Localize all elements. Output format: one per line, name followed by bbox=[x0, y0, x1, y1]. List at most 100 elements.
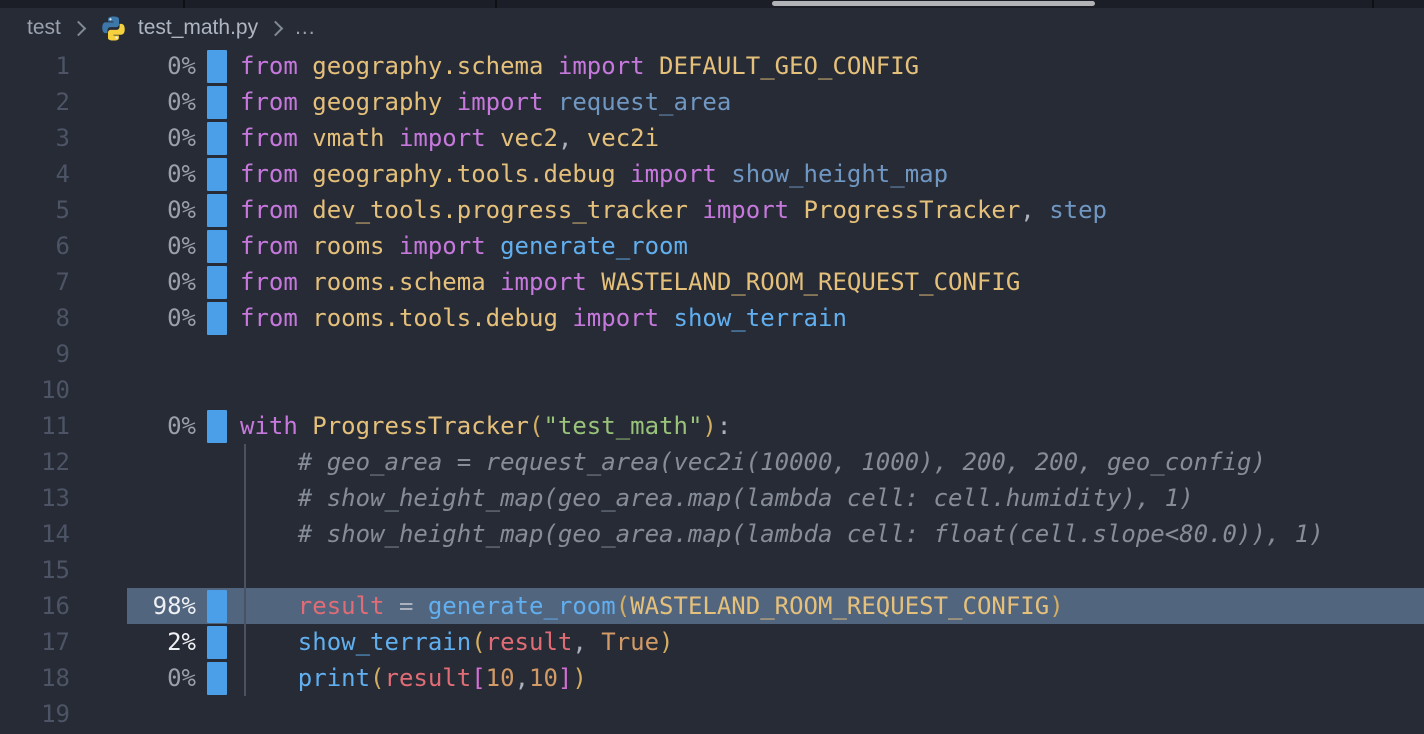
gutter-change-marker[interactable] bbox=[207, 50, 227, 83]
code-text[interactable]: # geo_area = request_area(vec2i(10000, 1… bbox=[240, 448, 1266, 476]
line-number[interactable]: 18 bbox=[0, 664, 70, 692]
token-ws bbox=[240, 520, 298, 548]
gutter-change-marker[interactable] bbox=[207, 410, 227, 443]
line-number[interactable]: 4 bbox=[0, 160, 70, 188]
token-mod: vec2 bbox=[500, 124, 558, 152]
line-number[interactable]: 8 bbox=[0, 304, 70, 332]
gutter-change-marker[interactable] bbox=[207, 194, 227, 227]
line-number[interactable]: 15 bbox=[0, 556, 70, 584]
line-number[interactable]: 16 bbox=[0, 592, 70, 620]
code-text[interactable]: show_terrain(result, True) bbox=[240, 628, 674, 656]
token-mod: WASTELAND_ROOM_REQUEST_CONFIG bbox=[601, 268, 1020, 296]
gutter-change-marker[interactable] bbox=[207, 662, 227, 695]
line-number[interactable]: 13 bbox=[0, 484, 70, 512]
token-mod: rooms bbox=[312, 232, 399, 260]
token-op: = bbox=[385, 592, 428, 620]
code-text[interactable]: result = generate_room(WASTELAND_ROOM_RE… bbox=[240, 592, 1064, 620]
token-fn: show_terrain bbox=[298, 628, 471, 656]
line-number[interactable]: 12 bbox=[0, 448, 70, 476]
code-line[interactable]: 13 # show_height_map(geo_area.map(lambda… bbox=[0, 480, 1424, 516]
line-number[interactable]: 7 bbox=[0, 268, 70, 296]
code-text[interactable]: from rooms.tools.debug import show_terra… bbox=[240, 304, 847, 332]
line-number[interactable]: 2 bbox=[0, 88, 70, 116]
gutter-change-marker[interactable] bbox=[207, 590, 227, 623]
token-mod: ProgressTracker bbox=[312, 412, 529, 440]
code-line[interactable]: 20%from geography import request_area bbox=[0, 84, 1424, 120]
code-text[interactable]: from geography import request_area bbox=[240, 88, 731, 116]
horizontal-scrollbar-thumb[interactable] bbox=[772, 1, 1095, 6]
code-line[interactable]: 70% from rooms.schema import WASTELAND_RO… bbox=[0, 264, 1424, 300]
gutter-change-marker[interactable] bbox=[207, 158, 227, 191]
gutter-change-marker[interactable] bbox=[207, 122, 227, 155]
line-number[interactable]: 1 bbox=[0, 52, 70, 80]
token-fnm: step bbox=[1049, 196, 1107, 224]
code-line[interactable]: 180% print(result[10,10]) bbox=[0, 660, 1424, 696]
code-text[interactable]: from geography.tools.debug import show_h… bbox=[240, 160, 948, 188]
code-line[interactable]: 10%from geography.schema import DEFAULT_… bbox=[0, 48, 1424, 84]
token-mod: vmath bbox=[312, 124, 399, 152]
token-fnm: show_height_map bbox=[731, 160, 948, 188]
line-number[interactable]: 6 bbox=[0, 232, 70, 260]
gutter-change-marker[interactable] bbox=[207, 86, 227, 119]
gutter-marker-slot bbox=[207, 338, 227, 371]
code-line[interactable]: 80%from rooms.tools.debug import show_te… bbox=[0, 300, 1424, 336]
code-text[interactable]: print(result[10,10]) bbox=[240, 664, 587, 692]
code-text[interactable]: # show_height_map(geo_area.map(lambda ce… bbox=[240, 520, 1324, 548]
token-fn: show_terrain bbox=[674, 304, 847, 332]
tab-bar-strip bbox=[0, 0, 1424, 8]
token-mod: geography.schema bbox=[312, 52, 558, 80]
token-br1: ) bbox=[702, 412, 716, 440]
line-number[interactable]: 11 bbox=[0, 412, 70, 440]
profile-percentage: 0% bbox=[70, 124, 196, 152]
code-line[interactable]: 172% show_terrain(result, True) bbox=[0, 624, 1424, 660]
code-line[interactable]: 10 bbox=[0, 372, 1424, 408]
gutter-change-marker[interactable] bbox=[207, 626, 227, 659]
line-number[interactable]: 5 bbox=[0, 196, 70, 224]
code-text[interactable]: from dev_tools.progress_tracker import P… bbox=[240, 196, 1107, 224]
token-kw: from bbox=[240, 268, 312, 296]
code-line[interactable]: 1698% result = generate_room(WASTELAND_R… bbox=[0, 588, 1424, 624]
token-kw: import bbox=[572, 304, 673, 332]
token-fn: generate_room bbox=[428, 592, 616, 620]
profile-percentage: 0% bbox=[70, 268, 196, 296]
code-text[interactable]: from vmath import vec2, vec2i bbox=[240, 124, 659, 152]
line-number[interactable]: 3 bbox=[0, 124, 70, 152]
breadcrumb-file[interactable]: test_math.py bbox=[138, 16, 258, 40]
token-br2: ] bbox=[558, 664, 572, 692]
code-line[interactable]: 9 bbox=[0, 336, 1424, 372]
gutter-change-marker[interactable] bbox=[207, 302, 227, 335]
line-number[interactable]: 14 bbox=[0, 520, 70, 548]
line-number[interactable]: 9 bbox=[0, 340, 70, 368]
code-line[interactable]: 40%from geography.tools.debug import sho… bbox=[0, 156, 1424, 192]
code-line[interactable]: 110%with ProgressTracker("test_math"): bbox=[0, 408, 1424, 444]
code-line[interactable]: 19 bbox=[0, 696, 1424, 732]
code-line[interactable]: 50% from dev_tools.progress_tracker impor… bbox=[0, 192, 1424, 228]
code-line[interactable]: 15 bbox=[0, 552, 1424, 588]
line-number[interactable]: 19 bbox=[0, 700, 70, 728]
code-line[interactable]: 14 # show_height_map(geo_area.map(lambda… bbox=[0, 516, 1424, 552]
breadcrumb-symbol-ellipsis[interactable]: ... bbox=[295, 16, 316, 40]
token-br1: ( bbox=[471, 628, 485, 656]
gutter-marker-slot bbox=[207, 482, 227, 515]
code-text[interactable]: from geography.schema import DEFAULT_GEO… bbox=[240, 52, 919, 80]
code-line[interactable]: 12 # geo_area = request_area(vec2i(10000… bbox=[0, 444, 1424, 480]
code-line[interactable]: 30% from vmath import vec2, vec2i bbox=[0, 120, 1424, 156]
gutter-marker-slot bbox=[207, 374, 227, 407]
token-br1: ) bbox=[1049, 592, 1063, 620]
profile-percentage: 0% bbox=[70, 664, 196, 692]
token-br2: [ bbox=[471, 664, 485, 692]
token-num: 10 bbox=[486, 664, 515, 692]
gutter-change-marker[interactable] bbox=[207, 230, 227, 263]
breadcrumb-folder[interactable]: test bbox=[27, 16, 61, 40]
gutter-change-marker[interactable] bbox=[207, 266, 227, 299]
line-number[interactable]: 17 bbox=[0, 628, 70, 656]
token-kw: from bbox=[240, 160, 312, 188]
code-text[interactable]: with ProgressTracker("test_math"): bbox=[240, 412, 731, 440]
line-number[interactable]: 10 bbox=[0, 376, 70, 404]
code-area: 1 0% from geography.schema import DEFAULT_… bbox=[0, 48, 1424, 734]
profile-percentage: 0% bbox=[70, 196, 196, 224]
code-text[interactable]: from rooms import generate_room bbox=[240, 232, 688, 260]
code-text[interactable]: # show_height_map(geo_area.map(lambda ce… bbox=[240, 484, 1194, 512]
code-text[interactable]: from rooms.schema import WASTELAND_ROOM_… bbox=[240, 268, 1020, 296]
code-line[interactable]: 60%from rooms import generate_room bbox=[0, 228, 1424, 264]
